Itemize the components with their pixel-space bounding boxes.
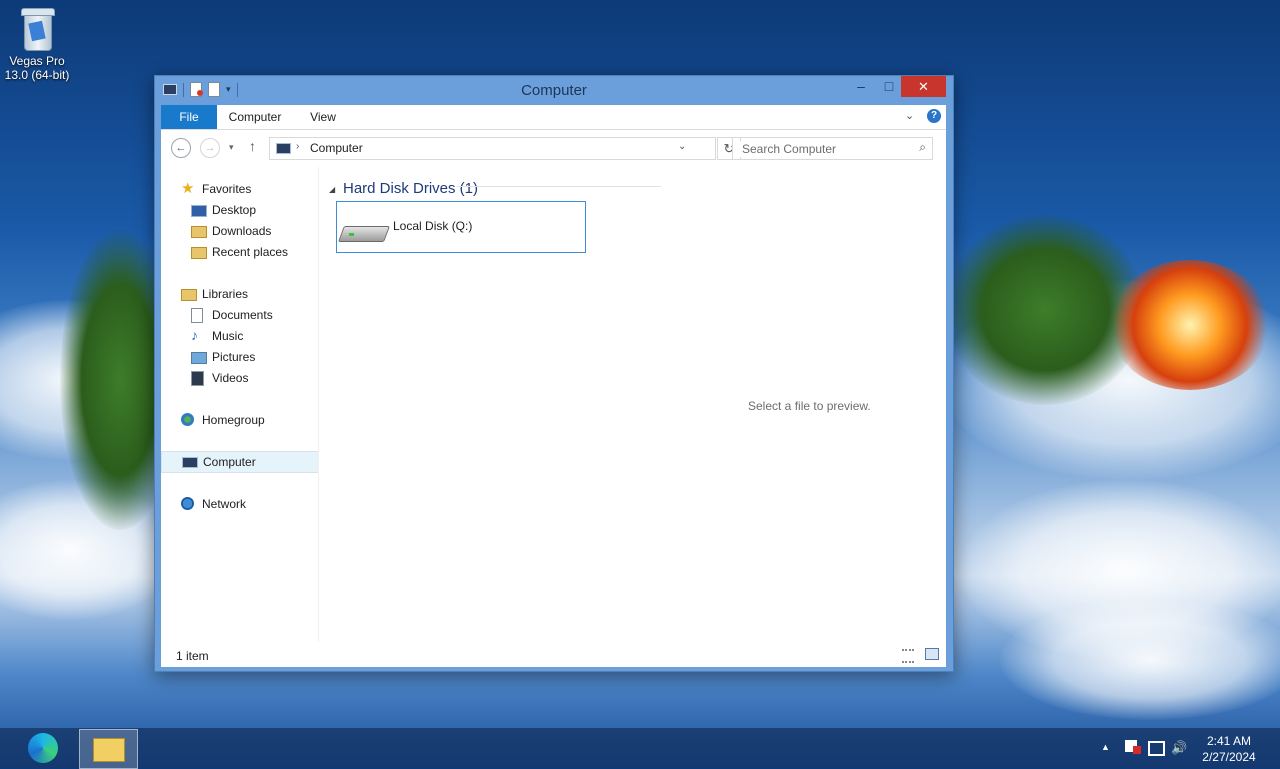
preview-pane-message: Select a file to preview.	[748, 399, 871, 413]
close-button[interactable]: ✕	[901, 76, 946, 97]
help-icon[interactable]: ?	[927, 109, 941, 123]
desktop-icon-vegas-pro[interactable]: Vegas Pro 13.0 (64-bit)	[2, 6, 72, 82]
music-note-icon: ♪	[191, 327, 198, 343]
computer-icon	[182, 457, 198, 468]
action-center-flag-icon[interactable]	[1125, 740, 1141, 754]
title-bar[interactable]: ▾ Computer – □ ✕	[155, 76, 953, 105]
address-history-dropdown[interactable]: ⌄	[678, 141, 686, 152]
sidebar-item-recent-places[interactable]: Recent places	[161, 242, 317, 262]
videos-icon	[191, 371, 204, 386]
forward-button[interactable]: →	[200, 138, 220, 158]
clock[interactable]: 2:41 AM 2/27/2024	[1190, 733, 1268, 765]
address-bar[interactable]: › Computer ⌄	[269, 137, 716, 160]
drive-item[interactable]: Local Disk (Q:)	[336, 201, 586, 253]
libraries-icon	[181, 289, 197, 301]
search-input[interactable]	[740, 141, 904, 157]
navigation-pane: ★ Favorites Desktop Downloads Recent pla…	[161, 167, 319, 642]
sidebar-item-desktop[interactable]: Desktop	[161, 200, 317, 220]
recent-places-icon	[191, 247, 207, 259]
edge-icon[interactable]	[28, 733, 58, 763]
back-button[interactable]: ←	[171, 138, 191, 158]
homegroup-icon	[181, 413, 194, 426]
maximize-button[interactable]: □	[875, 76, 903, 97]
sidebar-item-videos[interactable]: Videos	[161, 368, 317, 388]
sidebar-item-documents[interactable]: Documents	[161, 305, 317, 325]
star-icon: ★	[181, 180, 195, 197]
sidebar-item-downloads[interactable]: Downloads	[161, 221, 317, 241]
collapse-group-icon[interactable]: ◢	[329, 185, 335, 194]
sidebar-item-libraries[interactable]: Libraries	[161, 284, 317, 304]
clock-date: 2/27/2024	[1202, 750, 1256, 764]
volume-icon[interactable]: 🔊	[1171, 740, 1187, 756]
sidebar-item-music[interactable]: ♪ Music	[161, 326, 317, 346]
large-icons-view-icon[interactable]	[925, 648, 939, 660]
folder-icon	[93, 738, 125, 762]
explorer-window: ▾ Computer – □ ✕ File Computer View ⌄ ? …	[154, 75, 954, 672]
window-title: Computer	[521, 82, 587, 99]
details-view-icon[interactable]	[902, 649, 914, 663]
recycle-bin-icon	[19, 6, 55, 51]
tab-computer[interactable]: Computer	[225, 105, 285, 129]
minimize-button[interactable]: –	[847, 76, 875, 97]
sidebar-item-favorites[interactable]: ★ Favorites	[161, 179, 317, 199]
sidebar-item-pictures[interactable]: Pictures	[161, 347, 317, 367]
navigation-bar: ← → ▾ ↑ › Computer ⌄ ↻ ⌕	[161, 130, 946, 164]
breadcrumb-separator[interactable]: ›	[296, 141, 299, 152]
downloads-folder-icon	[191, 226, 207, 238]
search-box[interactable]: ⌕	[732, 137, 933, 160]
window-client: File Computer View ⌄ ? ← → ▾ ↑ › Compute…	[161, 105, 946, 667]
pictures-icon	[191, 352, 207, 364]
group-divider	[457, 186, 661, 187]
recent-locations-dropdown[interactable]: ▾	[229, 142, 234, 153]
taskbar-file-explorer[interactable]	[79, 729, 138, 769]
expand-ribbon-icon[interactable]: ⌄	[905, 109, 914, 122]
sidebar-item-network[interactable]: Network	[161, 494, 317, 514]
taskbar: ▲ 🔊 2:41 AM 2/27/2024	[0, 728, 1280, 769]
clock-time: 2:41 AM	[1206, 734, 1252, 748]
sidebar-item-homegroup[interactable]: Homegroup	[161, 410, 317, 430]
computer-icon	[276, 143, 291, 154]
network-icon	[181, 497, 194, 510]
item-count: 1 item	[176, 649, 209, 663]
documents-icon	[191, 308, 203, 323]
search-icon[interactable]: ⌕	[919, 140, 926, 155]
status-bar: 1 item	[161, 643, 946, 667]
desktop-icon	[191, 205, 207, 217]
breadcrumb-computer[interactable]: Computer	[310, 141, 363, 155]
group-header[interactable]: Hard Disk Drives (1)	[343, 180, 478, 197]
ribbon-tabs: File Computer View ⌄ ?	[161, 105, 946, 130]
desktop-icon-label: Vegas Pro	[9, 54, 65, 68]
network-status-icon[interactable]	[1148, 741, 1165, 756]
tab-view[interactable]: View	[301, 105, 345, 129]
up-button[interactable]: ↑	[249, 138, 256, 154]
sidebar-item-computer[interactable]: Computer	[161, 451, 319, 473]
pane-divider[interactable]	[318, 167, 319, 642]
desktop-icon-label-2: 13.0 (64-bit)	[4, 68, 70, 82]
drive-label: Local Disk (Q:)	[393, 219, 473, 233]
hard-drive-icon	[338, 220, 390, 242]
tab-file[interactable]: File	[161, 105, 217, 129]
show-hidden-icons-button[interactable]: ▲	[1101, 742, 1110, 752]
